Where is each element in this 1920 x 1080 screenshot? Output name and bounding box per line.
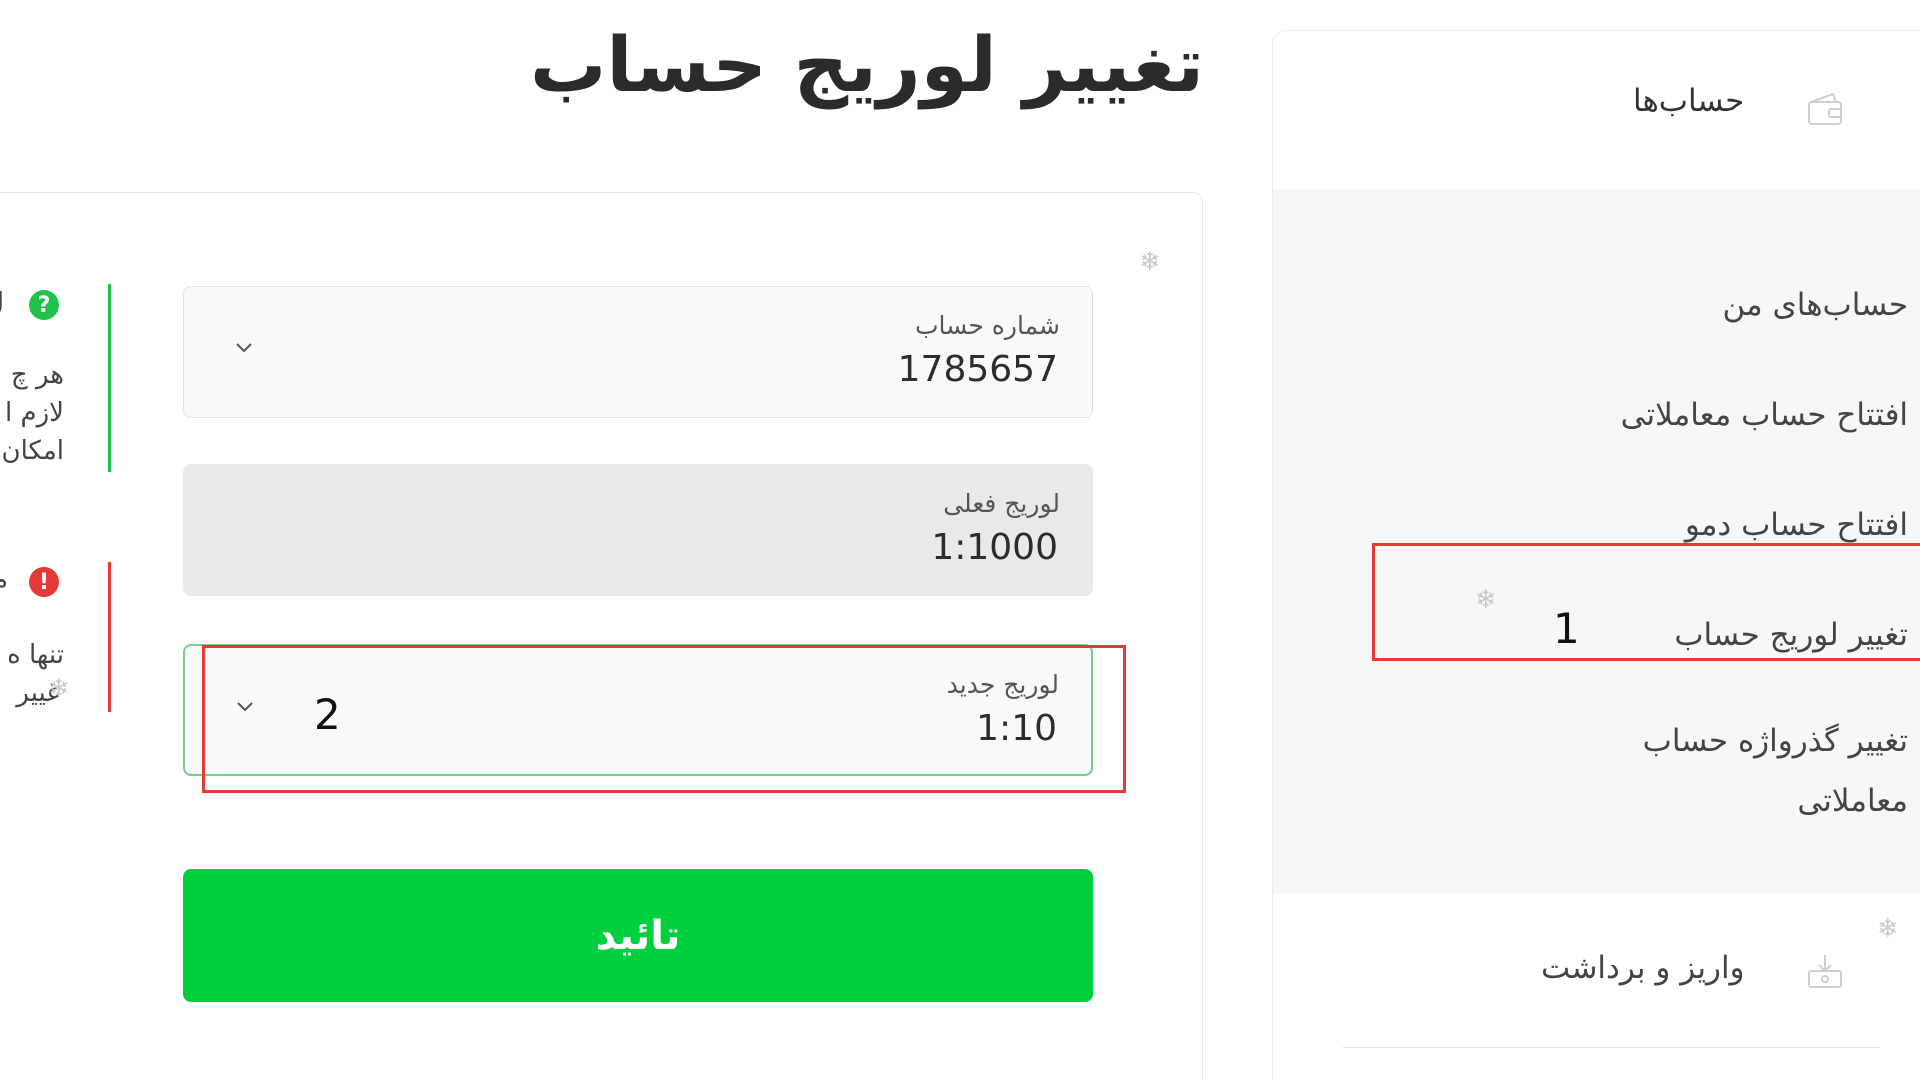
sidebar-item-open-demo-account[interactable]: افتتاح حساب دمو (1685, 507, 1908, 543)
sidebar: حساب‌ها حساب‌های من افتتاح حساب معاملاتی… (1272, 30, 1920, 1080)
leverage-form-card: ❄ شماره حساب 1785657 لوریج فعلی 1:1000 ل… (0, 192, 1203, 1080)
screen: حساب‌ها حساب‌های من افتتاح حساب معاملاتی… (0, 0, 1920, 1080)
deposit-icon (1808, 955, 1842, 988)
account-number-label: شماره حساب (914, 311, 1060, 340)
sidebar-item-change-password[interactable]: تغییر گذرواژه حساب معاملاتی (1548, 711, 1908, 831)
snowflake-icon: ❄ (48, 674, 70, 704)
sidebar-divider (1343, 1047, 1879, 1048)
account-number-value: 1785657 (897, 349, 1058, 390)
help-icon: ? (29, 290, 59, 320)
warning-icon: ! (29, 567, 59, 597)
current-leverage-field: لوریج فعلی 1:1000 (183, 464, 1093, 596)
snowflake-icon: ❄ (1475, 585, 1497, 615)
current-leverage-value: 1:1000 (931, 527, 1058, 568)
help-title: ل (0, 288, 4, 318)
help-line-2: لازم ا (5, 398, 64, 428)
help-info-bar (108, 284, 111, 472)
annotation-number-1: 1 (1553, 604, 1580, 653)
wallet-icon (1808, 92, 1842, 125)
sidebar-item-open-trading-account[interactable]: افتتاح حساب معاملاتی (1621, 397, 1908, 433)
chevron-down-icon (236, 343, 252, 353)
current-leverage-label: لوریج فعلی (943, 489, 1060, 518)
sidebar-accounts-header[interactable]: حساب‌ها (1273, 31, 1920, 190)
warning-title: م (0, 566, 8, 596)
sidebar-item-my-accounts[interactable]: حساب‌های من (1722, 287, 1908, 323)
annotation-box-1 (1372, 543, 1920, 661)
account-number-select[interactable]: شماره حساب 1785657 (183, 286, 1093, 418)
warning-line-1: تنها ه (7, 640, 64, 670)
help-line-1: هر چ (10, 360, 64, 390)
sidebar-deposit-label: واریز و برداشت (1541, 950, 1745, 986)
annotation-number-2: 2 (314, 690, 341, 739)
sidebar-accounts-submenu: حساب‌های من افتتاح حساب معاملاتی افتتاح … (1273, 189, 1920, 894)
page-title: تغییر لوریج حساب (530, 20, 1204, 109)
sidebar-accounts-label: حساب‌ها (1633, 83, 1745, 119)
snowflake-icon: ❄ (1139, 247, 1161, 277)
snowflake-icon: ❄ (1877, 914, 1899, 944)
warning-info-bar (108, 562, 111, 712)
confirm-button[interactable]: تائید (183, 869, 1093, 1002)
sidebar-deposit-header[interactable]: واریز و برداشت (1273, 894, 1920, 1051)
help-line-3: امکان (1, 436, 64, 466)
